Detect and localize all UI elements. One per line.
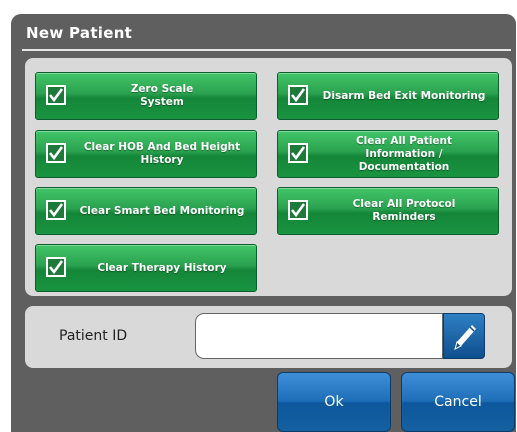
option-label: Disarm Bed Exit Monitoring: [322, 89, 486, 102]
checkbox-checked-icon[interactable]: [46, 85, 66, 105]
option-clear-patient-information[interactable]: Clear All Patient Information / Document…: [277, 130, 499, 178]
edit-patient-id-button[interactable]: [443, 313, 485, 359]
checkbox-checked-icon[interactable]: [288, 85, 308, 105]
new-patient-dialog: New Patient Zero Scale System Disarm Bed…: [11, 14, 516, 432]
option-label: Clear All Patient Information / Document…: [355, 134, 453, 173]
cancel-button[interactable]: Cancel: [401, 372, 515, 432]
option-disarm-bed-exit-monitoring[interactable]: Disarm Bed Exit Monitoring: [277, 72, 499, 120]
pencil-icon: [454, 325, 476, 350]
option-clear-therapy-history[interactable]: Clear Therapy History: [35, 244, 257, 292]
options-panel: Zero Scale System Disarm Bed Exit Monito…: [25, 58, 512, 296]
checkbox-checked-icon[interactable]: [46, 143, 66, 163]
option-clear-smart-bed-monitoring[interactable]: Clear Smart Bed Monitoring: [35, 187, 257, 235]
checkbox-checked-icon[interactable]: [46, 257, 66, 277]
checkbox-checked-icon[interactable]: [288, 200, 308, 220]
option-clear-hob-history[interactable]: Clear HOB And Bed Height History: [35, 130, 257, 178]
checkbox-checked-icon[interactable]: [288, 143, 308, 163]
ok-button[interactable]: Ok: [277, 372, 391, 432]
patient-id-label: Patient ID: [59, 328, 128, 344]
option-label: Clear Smart Bed Monitoring: [79, 204, 245, 217]
option-label: Clear HOB And Bed Height History: [83, 141, 241, 166]
option-zero-scale-system[interactable]: Zero Scale System: [35, 72, 257, 120]
checkbox-checked-icon[interactable]: [46, 200, 66, 220]
option-label: Clear All Protocol Reminders: [352, 198, 456, 223]
option-clear-protocol-reminders[interactable]: Clear All Protocol Reminders: [277, 187, 499, 235]
option-label: Zero Scale System: [130, 83, 194, 108]
patient-id-panel: Patient ID: [25, 306, 512, 368]
dialog-title: New Patient: [26, 24, 133, 42]
patient-id-input[interactable]: [195, 313, 443, 359]
option-label: Clear Therapy History: [97, 261, 227, 274]
title-divider: [22, 49, 511, 51]
